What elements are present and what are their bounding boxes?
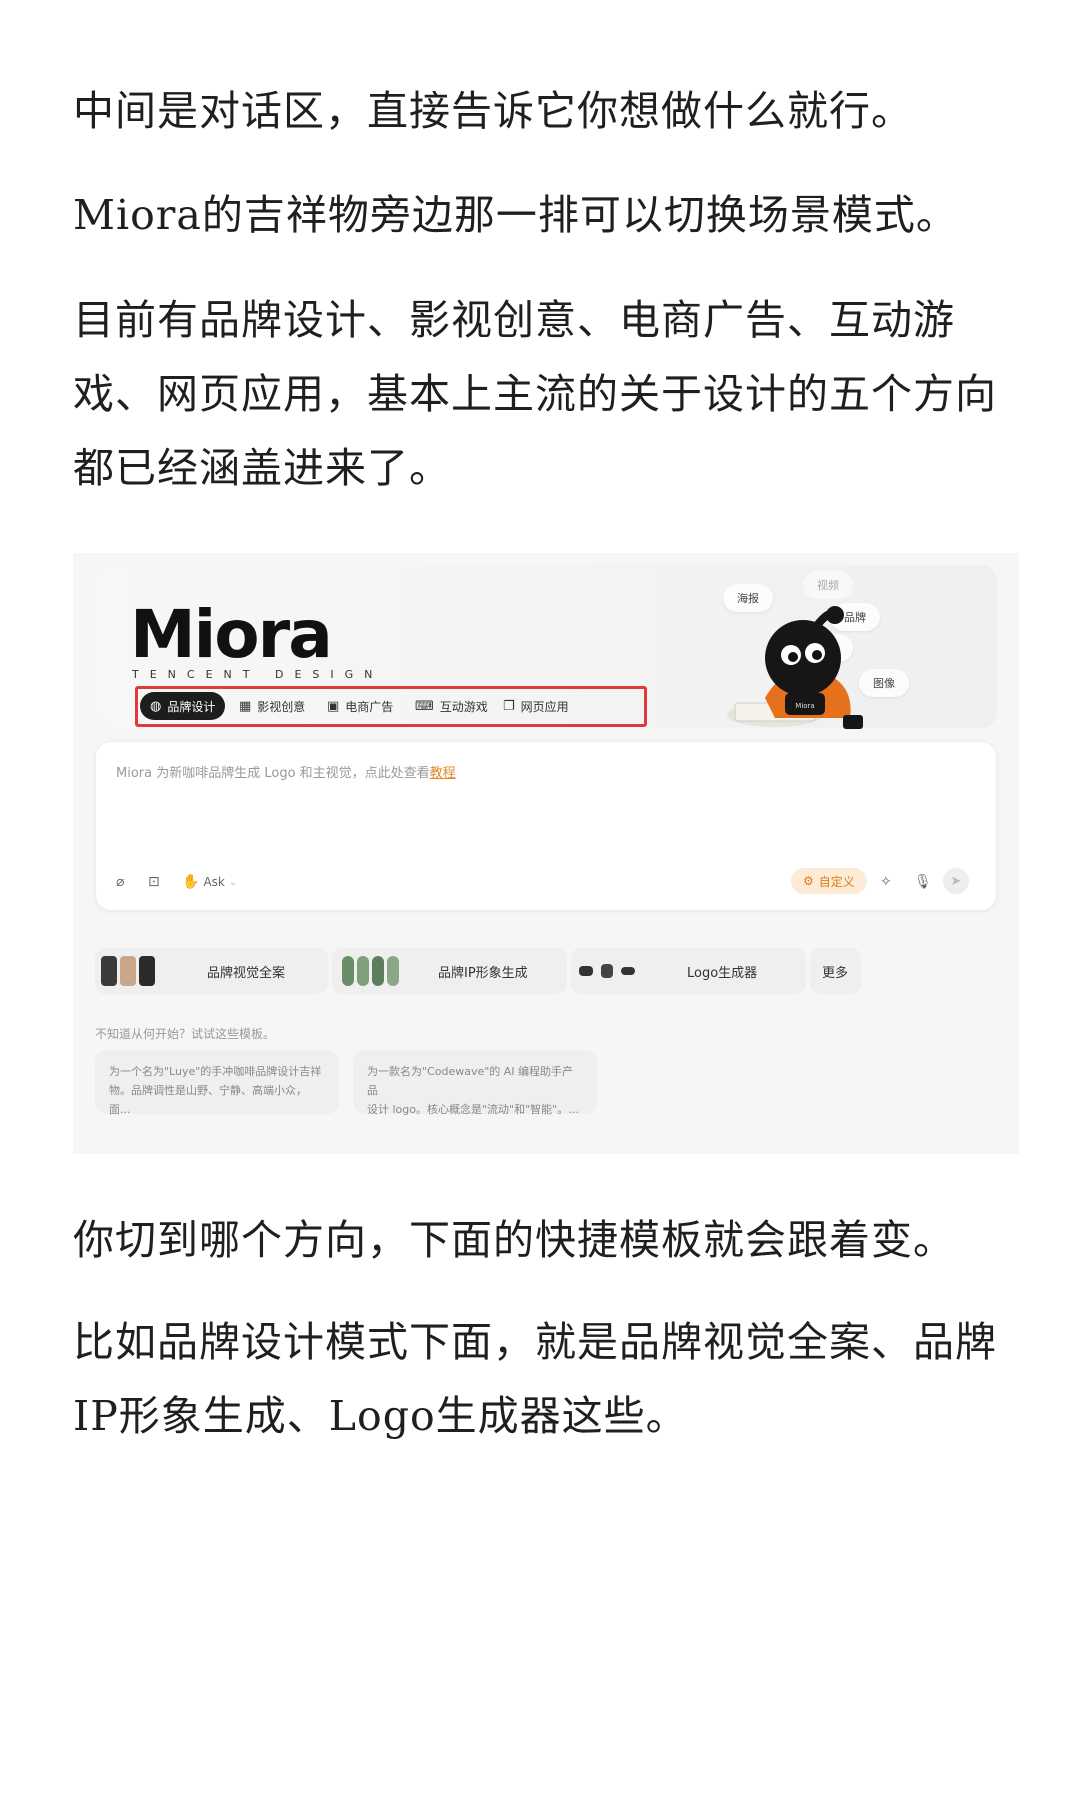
gamepad-icon: ⌨ (415, 698, 434, 714)
card-thumbnail (579, 956, 635, 986)
tab-ecommerce-ads[interactable]: ▣ 电商广告 (317, 692, 403, 720)
tab-label: 电商广告 (345, 699, 394, 714)
placeholder-text: Miora 为新咖啡品牌生成 Logo 和主视觉，点此处查看 (116, 766, 430, 781)
article-paragraph-2: Miora的吉祥物旁边那一排可以切换场景模式。 (73, 191, 958, 239)
tab-brand-design[interactable]: ◍ 品牌设计 (140, 692, 226, 720)
ask-mode-dropdown[interactable]: ✋ Ask ⌄ (182, 874, 237, 890)
tab-interactive-games[interactable]: ⌨ 互动游戏 (405, 692, 498, 720)
microphone-icon[interactable]: 🎙 (914, 874, 932, 890)
article-paragraph-4: 你切到哪个方向，下面的快捷模板就会跟着变。 (73, 1216, 955, 1264)
quick-card-logo-generator[interactable]: Logo生成器 (571, 948, 806, 994)
template-text-line: 设计 logo。核心概念是"流动"和"智能"。... (367, 1103, 579, 1116)
film-icon: ▦ (239, 698, 252, 714)
send-button[interactable]: ➤ (943, 868, 969, 894)
template-card[interactable]: 为一个名为"Luye"的手冲咖啡品牌设计吉祥 物。品牌调性是山野、宁静、高端小众… (95, 1050, 339, 1116)
card-label: 更多 (822, 966, 849, 981)
quick-card-more[interactable]: 更多 (810, 948, 861, 994)
chevron-down-icon: ⌄ (228, 876, 238, 888)
hand-icon: ✋ (182, 874, 200, 890)
card-label: 品牌视觉全案 (207, 966, 286, 981)
mascot-tag: Miora (795, 702, 814, 710)
ask-label: Ask (203, 875, 225, 889)
card-label: 品牌IP形象生成 (438, 966, 528, 981)
sliders-icon: ⚙ (803, 874, 814, 888)
palette-icon: ◍ (150, 698, 162, 714)
template-text-line: 为一个名为"Luye"的手冲咖啡品牌设计吉祥 (109, 1065, 322, 1078)
logo-subtitle: TENCENT DESIGN (132, 668, 384, 681)
template-hint: 不知道从何开始？试试这些模板。 (95, 1027, 276, 1041)
sparkle-icon[interactable]: ✧ (880, 874, 892, 890)
send-icon: ➤ (950, 873, 962, 889)
custom-label: 自定义 (818, 874, 855, 889)
prompt-placeholder: Miora 为新咖啡品牌生成 Logo 和主视觉，点此处查看教程 (116, 762, 456, 781)
gift-icon[interactable]: ⊡ (148, 874, 160, 890)
tab-label: 网页应用 (520, 699, 569, 714)
attach-icon[interactable]: ⌀ (116, 874, 124, 890)
tab-label: 互动游戏 (439, 699, 488, 714)
mascot-illustration: Miora (727, 606, 863, 729)
template-text-line: 物。品牌调性是山野、宁静、高端小众，面... (109, 1084, 307, 1116)
miora-logo: Miora (130, 596, 333, 673)
quick-card-brand-ip[interactable]: 品牌IP形象生成 (332, 948, 567, 994)
template-card[interactable]: 为一款名为"Codewave"的 AI 编程助手产品 设计 logo。核心概念是… (353, 1050, 597, 1116)
shopping-bag-icon: ▣ (327, 698, 340, 714)
article-paragraph-3: 目前有品牌设计、影视创意、电商广告、互动游戏、网页应用，基本上主流的关于设计的五… (73, 296, 997, 492)
card-thumbnail (101, 956, 155, 986)
tab-web-apps[interactable]: ❐ 网页应用 (493, 692, 579, 720)
article-paragraph-5: 比如品牌设计模式下面，就是品牌视觉全案、品牌IP形象生成、Logo生成器这些。 (73, 1318, 997, 1440)
template-text-line: 为一款名为"Codewave"的 AI 编程助手产品 (367, 1065, 574, 1097)
browser-icon: ❐ (503, 698, 515, 714)
prompt-input-box[interactable]: Miora 为新咖啡品牌生成 Logo 和主视觉，点此处查看教程 ⌀ ⊡ ✋ A… (95, 741, 997, 911)
article-paragraph-1: 中间是对话区，直接告诉它你想做什么就行。 (73, 87, 913, 135)
miora-screenshot: Miora TENCENT DESIGN ◍ 品牌设计 ▦ 影视创意 ▣ 电商广… (73, 553, 1019, 1154)
card-thumbnail (342, 956, 399, 986)
tab-label: 品牌设计 (167, 699, 216, 714)
tab-film-creative[interactable]: ▦ 影视创意 (229, 692, 315, 720)
custom-button[interactable]: ⚙ 自定义 (791, 868, 867, 894)
card-label: Logo生成器 (687, 966, 758, 981)
quick-card-brand-visual[interactable]: 品牌视觉全案 (95, 948, 328, 994)
tutorial-link[interactable]: 教程 (430, 766, 456, 781)
tab-label: 影视创意 (257, 699, 306, 714)
